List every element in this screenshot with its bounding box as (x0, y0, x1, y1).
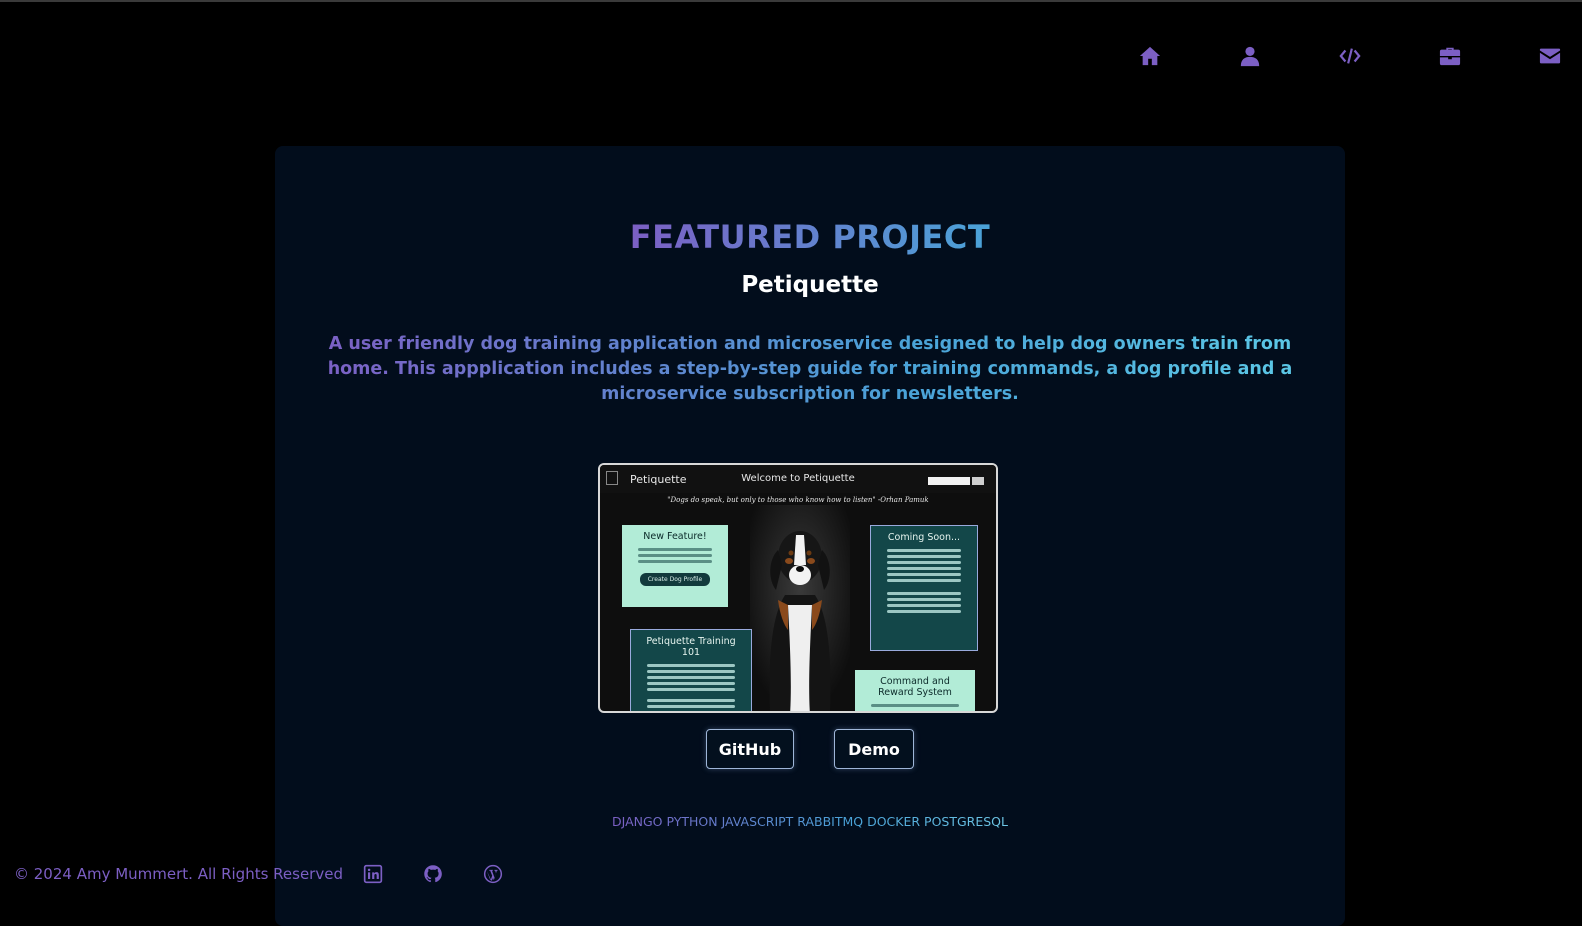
screenshot-quote: "Dogs do speak, but only to those who kn… (667, 496, 929, 504)
section-heading: FEATURED PROJECT (629, 218, 991, 256)
top-divider (0, 0, 1582, 2)
envelope-icon (1539, 48, 1561, 64)
project-title: Petiquette (741, 272, 879, 298)
tech-stack-text: DJANGO PYTHON JAVASCRIPT RABBITMQ DOCKER… (612, 814, 1008, 829)
project-description: A user friendly dog training application… (315, 332, 1305, 407)
user-icon (1240, 46, 1260, 67)
nav-experience[interactable] (1400, 40, 1500, 72)
wordpress-icon (483, 864, 503, 884)
nav-about[interactable] (1200, 40, 1300, 72)
new-feature-title: New Feature! (643, 531, 707, 542)
copyright-text: © 2024 Amy Mummert. All Rights Reserved (14, 865, 343, 883)
coming-soon-title: Coming Soon... (887, 532, 961, 543)
demo-button[interactable]: Demo (834, 729, 914, 769)
coming-soon-panel: Coming Soon... (870, 525, 978, 651)
new-feature-panel: New Feature! Create Dog Profile (622, 525, 728, 607)
command-panel: Command and Reward System (855, 670, 975, 711)
training-panel: Petiquette Training 101 (630, 629, 752, 711)
training-title: Petiquette Training 101 (646, 636, 736, 658)
command-title: Command and Reward System (878, 676, 952, 698)
wordpress-link[interactable] (483, 862, 543, 886)
top-nav (1100, 40, 1582, 72)
featured-project-card: FEATURED PROJECT Petiquette A user frien… (275, 146, 1345, 926)
nav-projects[interactable] (1300, 40, 1400, 72)
briefcase-icon (1439, 47, 1461, 66)
linkedin-icon (363, 864, 383, 884)
screenshot-search-button (972, 477, 984, 485)
dog-image (750, 505, 850, 711)
linkedin-link[interactable] (363, 862, 423, 886)
project-screenshot: Petiquette Welcome to Petiquette "Dogs d… (598, 463, 998, 713)
footer: © 2024 Amy Mummert. All Rights Reserved (14, 862, 543, 886)
github-icon (424, 865, 442, 883)
screenshot-search-input (928, 477, 970, 485)
home-icon (1139, 46, 1161, 66)
github-button[interactable]: GitHub (706, 729, 794, 769)
github-link[interactable] (423, 862, 483, 886)
nav-home[interactable] (1100, 40, 1200, 72)
nav-contact[interactable] (1500, 40, 1582, 72)
code-icon (1339, 48, 1361, 64)
tech-stack: DJANGO PYTHON JAVASCRIPT RABBITMQ DOCKER… (275, 814, 1345, 829)
create-dog-profile-button: Create Dog Profile (639, 573, 711, 586)
